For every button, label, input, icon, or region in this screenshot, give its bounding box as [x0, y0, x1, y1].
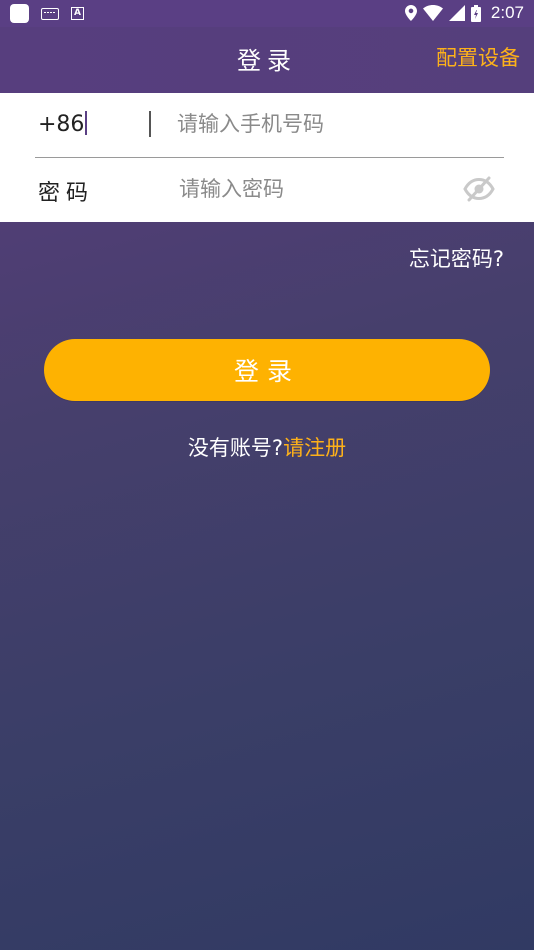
- phone-input[interactable]: [177, 108, 497, 140]
- keyboard-icon: [41, 7, 59, 20]
- signal-icon: [448, 5, 465, 21]
- password-row: 密码: [0, 158, 534, 222]
- field-separator: [149, 111, 151, 137]
- register-prompt: 没有账号?请注册: [0, 432, 534, 462]
- country-code-selector[interactable]: +86: [38, 111, 87, 137]
- text-a-icon: A: [71, 7, 84, 20]
- password-input[interactable]: [179, 173, 449, 205]
- login-button[interactable]: 登录: [44, 339, 490, 401]
- location-icon: [404, 5, 417, 21]
- register-prompt-text: 没有账号?: [187, 436, 284, 460]
- forgot-password-link[interactable]: 忘记密码?: [409, 243, 504, 273]
- app-header: 登录 配置设备: [0, 27, 534, 93]
- register-link[interactable]: 请注册: [283, 436, 346, 460]
- eye-off-icon[interactable]: [463, 176, 495, 202]
- configure-device-button[interactable]: 配置设备: [436, 42, 520, 72]
- wifi-icon: [422, 5, 443, 21]
- status-bar: A 2:07: [0, 0, 534, 27]
- password-label: 密码: [38, 181, 95, 206]
- battery-icon: [470, 4, 481, 22]
- country-code-text: +86: [38, 112, 85, 137]
- app-icon: [10, 4, 29, 23]
- login-form: +86 密码: [0, 93, 534, 222]
- text-caret: [85, 111, 87, 135]
- status-time: 2:07: [490, 3, 524, 22]
- phone-row: +86: [0, 93, 534, 157]
